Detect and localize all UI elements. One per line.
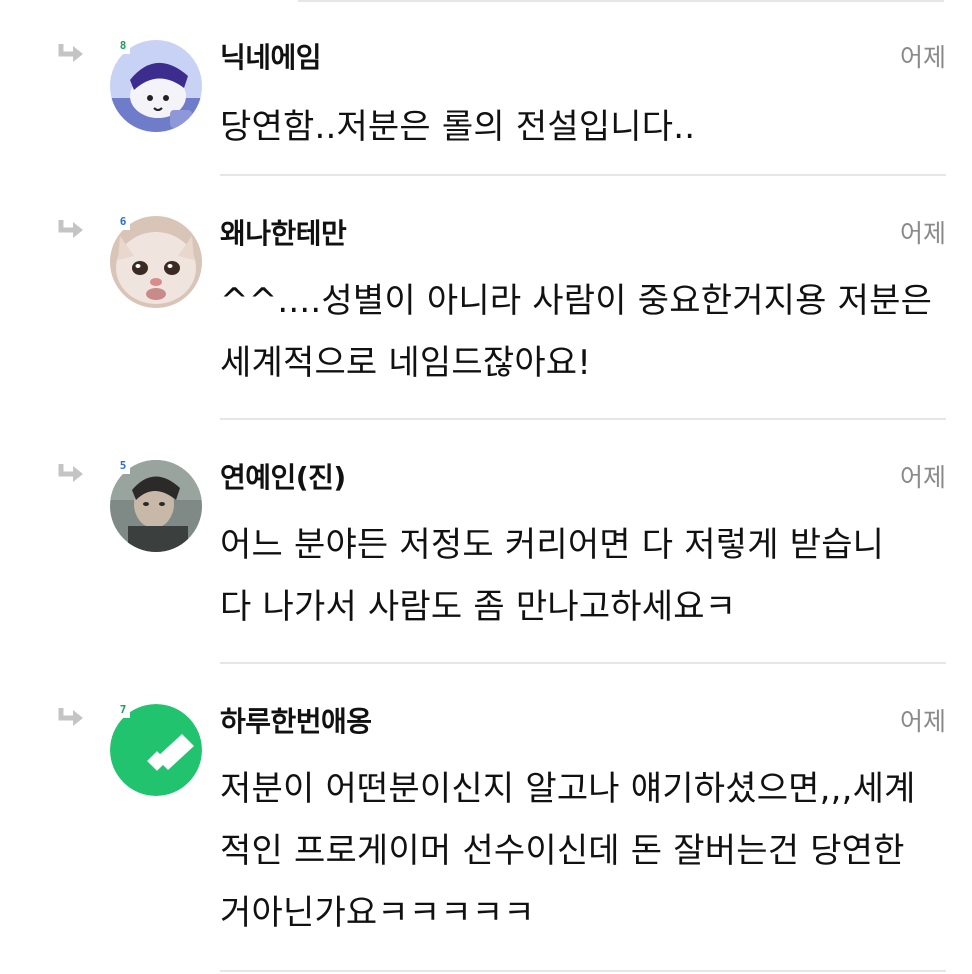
nickname[interactable]: 왜나한테만 [220,216,347,252]
comment-date: 어제 [899,463,946,492]
avatar[interactable]: 6 [110,214,202,308]
reply-arrow-icon [58,464,83,482]
nickname[interactable]: 연예인(진) [220,460,346,496]
comment-divider [220,970,946,972]
avatar[interactable]: 5 [110,458,202,552]
comment-date: 어제 [899,707,946,736]
comment-list: 8 닉네에임 어제 당연함..저분은 롤의 전설입니다.. 6 왜나한테만 어제… [0,0,972,974]
comment-divider [220,662,946,664]
nickname[interactable]: 닉네에임 [220,40,322,76]
avatar[interactable]: 8 [110,38,202,132]
level-badge: 7 [116,702,130,718]
comment-line: ^^....성별이 아니라 사람이 중요한거지용 저분은 [220,281,933,321]
comment-line: 세계적으로 네임드잖아요! [220,343,592,383]
comment-divider [220,174,946,176]
level-badge: 8 [116,38,130,54]
reply-arrow-icon [58,44,83,62]
comment-date: 어제 [899,219,946,248]
comment-body: 어느 분야든 저정도 커리어면 다 저렇게 받습니 다 나가서 사람도 좀 만나… [220,514,946,638]
level-badge: 5 [116,458,130,474]
comment-line: 거아닌가요ㅋㅋㅋㅋㅋ [220,893,535,933]
comment-line: 적인 프로게이머 선수이신데 돈 잘버는건 당연한 [220,831,905,871]
top-divider [298,0,944,2]
comment-line: 저분이 어떤분이신지 알고나 얘기하셨으면,,,세계 [220,769,916,809]
comment-line: 당연함..저분은 롤의 전설입니다.. [220,107,696,147]
comment-divider [220,418,946,420]
comment-date: 어제 [899,43,946,72]
reply-arrow-icon [58,708,83,726]
comment-line: 다 나가서 사람도 좀 만나고하세요ㅋ [220,587,737,627]
comment-line: 어느 분야든 저정도 커리어면 다 저렇게 받습니 [220,525,885,565]
nickname[interactable]: 하루한번애옹 [220,704,372,740]
comment-body: ^^....성별이 아니라 사람이 중요한거지용 저분은 세계적으로 네임드잖아… [220,270,946,394]
reply-arrow-icon [58,220,83,238]
level-badge: 6 [116,214,130,230]
comment-body: 당연함..저분은 롤의 전설입니다.. [220,96,946,158]
comment-body: 저분이 어떤분이신지 알고나 얘기하셨으면,,,세계 적인 프로게이머 선수이신… [220,758,946,944]
avatar[interactable]: 7 [110,702,202,796]
